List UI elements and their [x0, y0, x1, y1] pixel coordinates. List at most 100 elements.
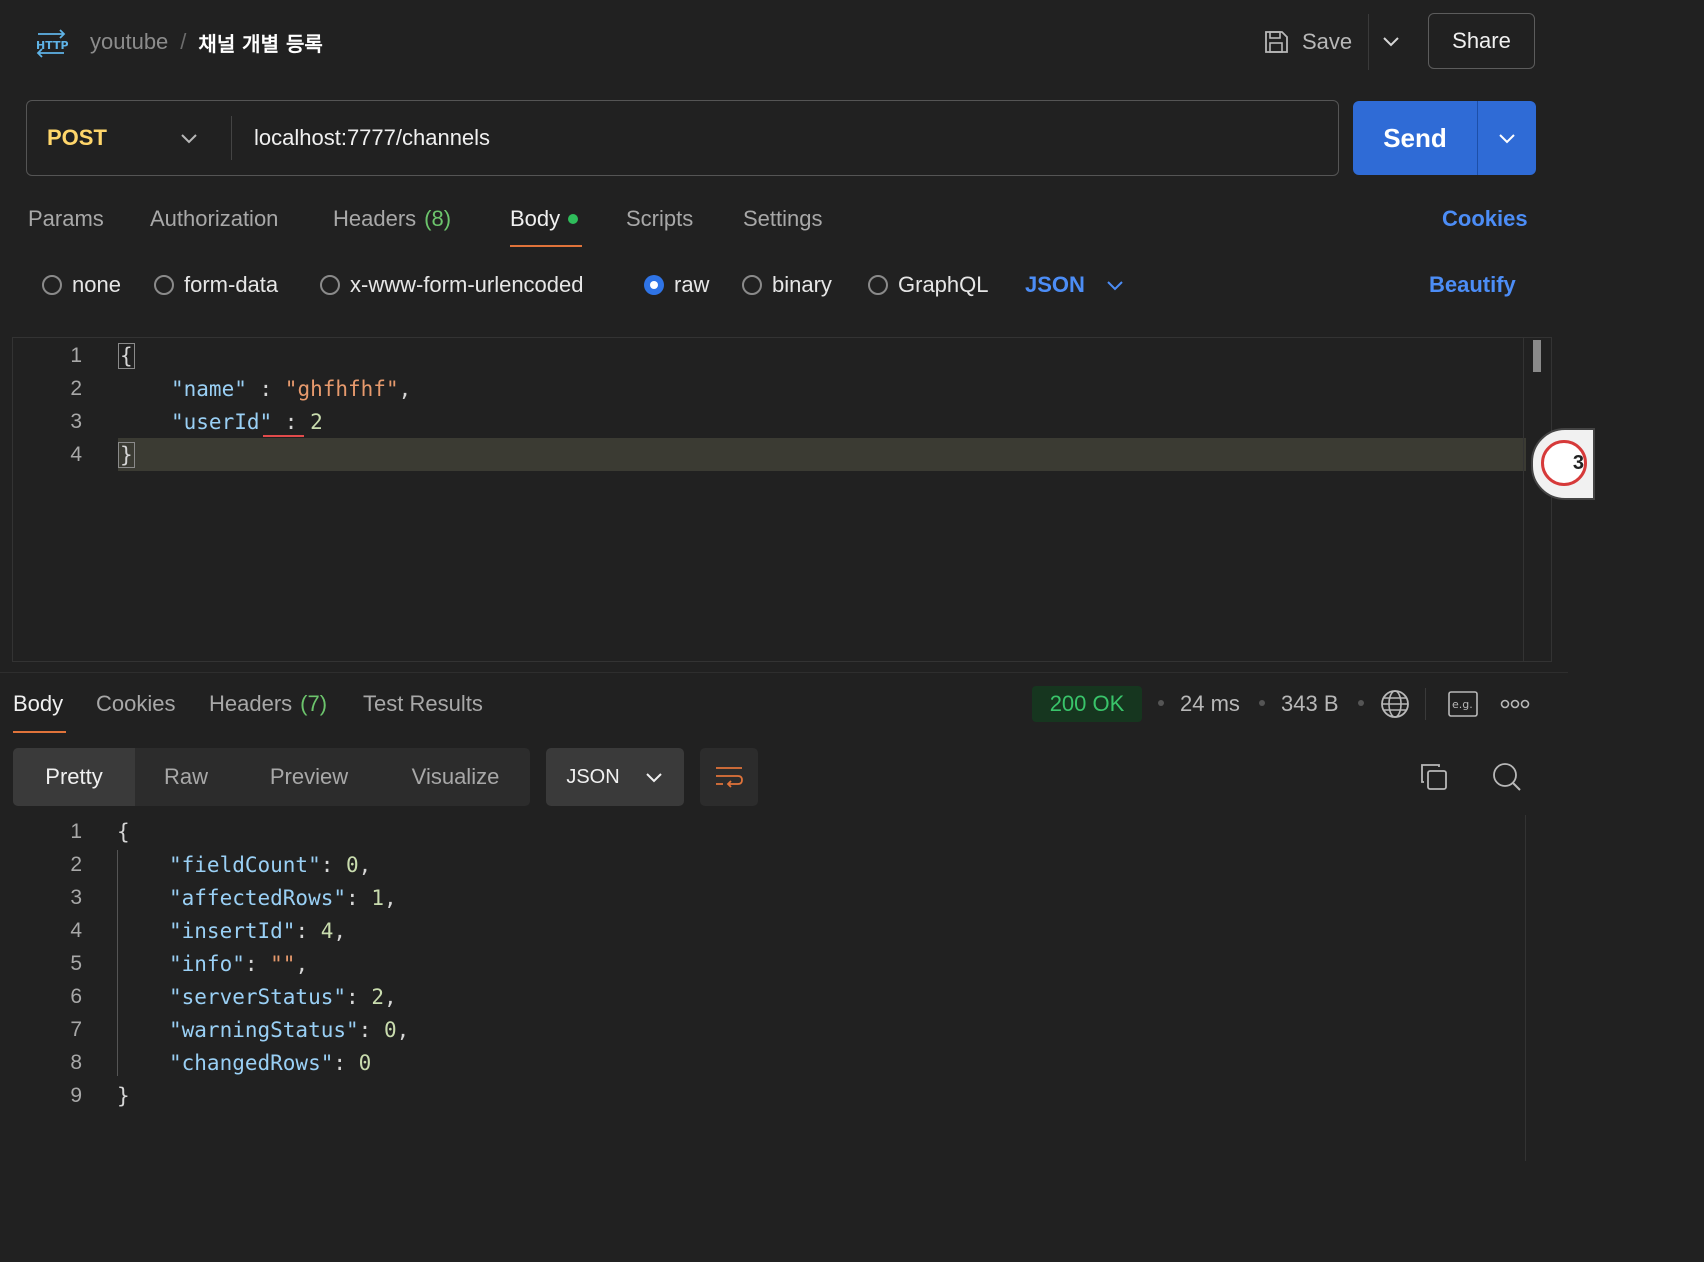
- radio-none[interactable]: [42, 275, 62, 295]
- json-key: "name": [171, 376, 247, 401]
- tab-params[interactable]: Params: [28, 202, 104, 236]
- radio-raw[interactable]: [644, 275, 664, 295]
- share-button[interactable]: Share: [1428, 13, 1535, 69]
- json-colon: :: [246, 376, 285, 401]
- response-line: 2 "fieldCount": 0,: [0, 848, 1530, 881]
- body-language-label: JSON: [1025, 272, 1085, 297]
- json-value: 2: [371, 984, 384, 1009]
- method-select[interactable]: POST: [47, 120, 107, 156]
- json-brace: }: [118, 441, 135, 468]
- tab-headers-label: Headers: [333, 206, 417, 231]
- tab-body[interactable]: Body: [510, 202, 579, 236]
- request-title[interactable]: 채널 개별 등록: [198, 28, 322, 57]
- line-number: 6: [70, 984, 82, 1008]
- radio-form-data[interactable]: [154, 275, 174, 295]
- wrap-lines-button[interactable]: [700, 748, 758, 806]
- json-value: 1: [371, 885, 384, 910]
- line-number: 9: [70, 1083, 82, 1107]
- panel-divider[interactable]: [0, 672, 1568, 673]
- breadcrumb-collection[interactable]: youtube: [90, 29, 168, 55]
- body-language-select[interactable]: JSON: [1025, 268, 1125, 302]
- save-as-example-icon[interactable]: e.g.: [1448, 691, 1478, 717]
- meta-separator: [1259, 700, 1265, 706]
- tab-headers-count: (8): [424, 206, 452, 231]
- radio-binary-label: binary: [772, 272, 832, 297]
- save-options-chevron-icon[interactable]: [1380, 28, 1402, 56]
- body-type-graphql[interactable]: GraphQL: [868, 268, 989, 302]
- response-tab-test-results[interactable]: Test Results: [363, 686, 483, 722]
- radio-graphql[interactable]: [868, 275, 888, 295]
- body-type-form-data[interactable]: form-data: [154, 268, 278, 302]
- response-format-select[interactable]: JSON: [546, 748, 684, 806]
- body-type-raw[interactable]: raw: [644, 268, 709, 302]
- search-icon[interactable]: [1492, 762, 1522, 792]
- json-key: "serverStatus": [169, 984, 347, 1009]
- response-size[interactable]: 343 B: [1281, 686, 1339, 722]
- tab-body-label: Body: [510, 206, 561, 231]
- tab-headers[interactable]: Headers (8): [333, 202, 451, 236]
- line-number: 4: [70, 918, 82, 942]
- send-button[interactable]: Send: [1353, 101, 1477, 175]
- globe-icon[interactable]: [1380, 689, 1410, 719]
- active-tab-indicator: [510, 245, 582, 247]
- editor-scrollbar[interactable]: [1533, 340, 1541, 372]
- json-comma: ,: [333, 918, 347, 943]
- view-raw[interactable]: Raw: [135, 748, 237, 806]
- json-key: "changedRows": [169, 1050, 334, 1075]
- json-value: 0: [358, 1050, 372, 1075]
- save-button[interactable]: Save: [1262, 22, 1352, 62]
- json-brace: }: [117, 1083, 130, 1108]
- json-comma: ,: [295, 951, 309, 976]
- line-number: 2: [70, 376, 82, 400]
- json-key: "userId": [171, 409, 273, 434]
- response-tab-body[interactable]: Body: [13, 686, 63, 722]
- body-type-urlencoded[interactable]: x-www-form-urlencoded: [320, 268, 584, 302]
- response-line: 3 "affectedRows": 1,: [0, 881, 1530, 914]
- json-value: 0: [383, 1017, 397, 1042]
- response-tab-headers[interactable]: Headers (7): [209, 686, 327, 722]
- code-line: 4 }: [0, 438, 1530, 471]
- line-number: 3: [70, 885, 82, 909]
- meta-separator: [1358, 700, 1364, 706]
- code-line: 1 {: [0, 339, 1530, 372]
- line-number: 4: [70, 442, 82, 466]
- json-key: "insertId": [169, 918, 296, 943]
- json-value: "": [270, 951, 296, 976]
- response-line: 1 {: [0, 815, 1530, 848]
- tab-settings[interactable]: Settings: [743, 202, 823, 236]
- more-options-icon[interactable]: [1500, 697, 1530, 711]
- body-type-none[interactable]: none: [42, 268, 121, 302]
- response-time[interactable]: 24 ms: [1180, 686, 1240, 722]
- floating-widget-badge[interactable]: 3: [1541, 440, 1587, 486]
- response-tab-headers-label: Headers: [209, 691, 293, 716]
- json-number-value: 2: [310, 409, 323, 434]
- cookies-link[interactable]: Cookies: [1442, 202, 1528, 236]
- response-line: 9 }: [0, 1079, 1530, 1112]
- svg-text:e.g.: e.g.: [1452, 698, 1473, 711]
- tab-authorization[interactable]: Authorization: [150, 202, 278, 236]
- copy-icon[interactable]: [1419, 762, 1449, 792]
- json-comma: ,: [396, 1017, 410, 1042]
- send-options-button[interactable]: [1477, 101, 1536, 175]
- url-divider: [231, 116, 232, 160]
- view-preview[interactable]: Preview: [237, 748, 381, 806]
- body-type-binary[interactable]: binary: [742, 268, 832, 302]
- json-key: "affectedRows": [169, 885, 347, 910]
- radio-urlencoded[interactable]: [320, 275, 340, 295]
- tab-scripts[interactable]: Scripts: [626, 202, 693, 236]
- view-visualize[interactable]: Visualize: [381, 748, 530, 806]
- active-tab-indicator: [13, 731, 66, 733]
- response-tab-cookies[interactable]: Cookies: [96, 686, 175, 722]
- json-colon: :: [272, 409, 311, 434]
- response-line: 7 "warningStatus": 0,: [0, 1013, 1530, 1046]
- beautify-button[interactable]: Beautify: [1429, 268, 1516, 302]
- breadcrumb-separator: /: [180, 29, 187, 54]
- chevron-down-icon[interactable]: [178, 126, 200, 150]
- status-badge[interactable]: 200 OK: [1032, 686, 1142, 722]
- view-pretty[interactable]: Pretty: [13, 748, 135, 806]
- line-number: 8: [70, 1050, 82, 1074]
- radio-none-label: none: [72, 272, 121, 297]
- radio-binary[interactable]: [742, 275, 762, 295]
- url-input[interactable]: localhost:7777/channels: [254, 120, 490, 156]
- line-number: 1: [70, 819, 82, 843]
